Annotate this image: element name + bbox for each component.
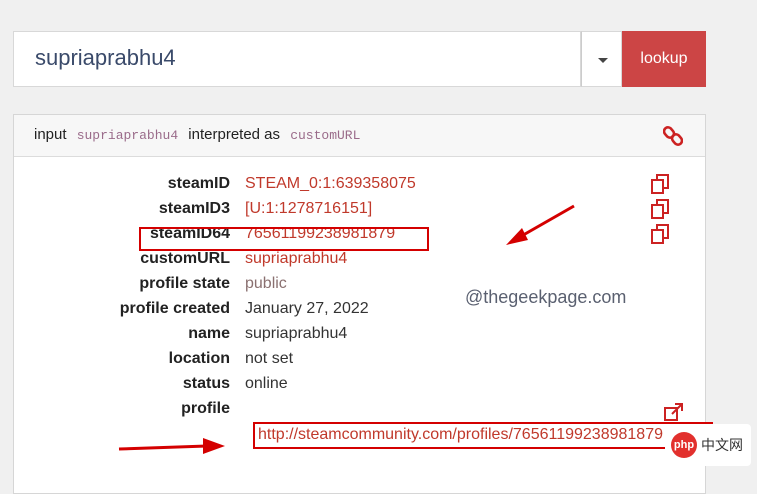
info-row-status: status online bbox=[0, 375, 690, 399]
lookup-button[interactable]: lookup bbox=[622, 31, 706, 87]
row-label: profile bbox=[181, 400, 230, 417]
profile-url-highlight bbox=[253, 422, 713, 449]
search-type-dropdown[interactable] bbox=[581, 31, 622, 87]
row-value[interactable]: [U:1:1278716151] bbox=[245, 200, 372, 218]
annotation-arrow-left bbox=[118, 438, 225, 454]
info-row-customurl: customURL supriaprabhu4 bbox=[0, 250, 690, 274]
row-label: location bbox=[168, 350, 230, 367]
row-label: steamID3 bbox=[158, 200, 230, 217]
row-label: status bbox=[182, 375, 230, 392]
row-value: public bbox=[245, 275, 287, 292]
row-label: customURL bbox=[140, 250, 230, 267]
row-value: January 27, 2022 bbox=[245, 300, 369, 317]
php-logo: php bbox=[671, 432, 697, 458]
row-value[interactable]: supriaprabhu4 bbox=[245, 250, 347, 268]
input-value: supriaprabhu4 bbox=[76, 128, 179, 143]
info-row-profile: profile bbox=[0, 400, 690, 424]
row-label: steamID bbox=[167, 175, 230, 192]
info-row-steamid3: steamID3 [U:1:1278716151] bbox=[0, 198, 690, 224]
interpreted-label: interpreted as bbox=[188, 126, 281, 143]
info-row-location: location not set bbox=[0, 350, 690, 374]
row-label: profile state bbox=[139, 275, 230, 292]
copy-icon[interactable] bbox=[649, 223, 673, 245]
watermark-text: @thegeekpage.com bbox=[465, 287, 627, 307]
row-label: name bbox=[188, 325, 230, 342]
steamid-search-input[interactable]: supriaprabhu4 bbox=[13, 31, 581, 87]
interpreted-type: customURL bbox=[290, 128, 361, 143]
php-badge-text: 中文网 bbox=[701, 437, 743, 453]
php-cn-badge: php 中文网 bbox=[665, 424, 751, 466]
info-row-steamid: steamID STEAM_0:1:639358075 bbox=[0, 173, 690, 199]
row-value[interactable]: STEAM_0:1:639358075 bbox=[245, 175, 416, 193]
row-value: not set bbox=[245, 350, 294, 367]
external-link-icon[interactable] bbox=[663, 401, 685, 423]
row-label: profile created bbox=[119, 300, 230, 317]
panel-header: input supriaprabhu4 interpreted as custo… bbox=[14, 115, 705, 157]
copy-icon[interactable] bbox=[649, 173, 673, 195]
link-icon[interactable] bbox=[663, 125, 683, 147]
chevron-down-icon bbox=[598, 58, 608, 63]
copy-icon[interactable] bbox=[649, 198, 673, 220]
steamid64-highlight bbox=[139, 227, 429, 251]
info-row-name: name supriaprabhu4 bbox=[0, 325, 690, 349]
row-value: supriaprabhu4 bbox=[245, 325, 348, 342]
annotation-arrow-right bbox=[506, 204, 575, 245]
input-prefix-label: input bbox=[34, 126, 67, 143]
row-value: online bbox=[245, 375, 288, 392]
